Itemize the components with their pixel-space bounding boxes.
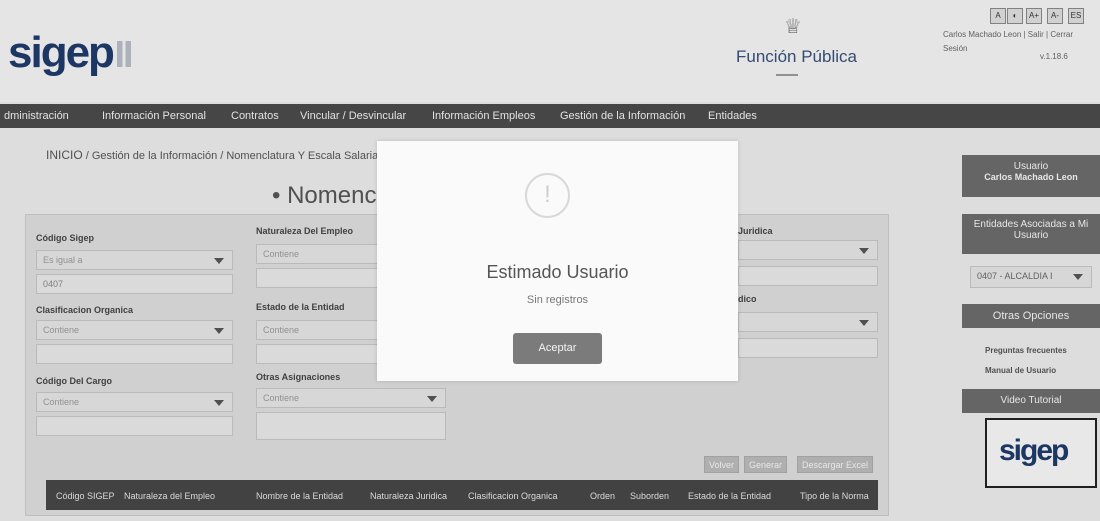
accept-button[interactable]: Aceptar — [513, 333, 602, 364]
dialog-title: Estimado Usuario — [486, 262, 629, 282]
warning-icon: ! — [525, 173, 570, 218]
dialog-message: Sin registros — [526, 294, 589, 306]
